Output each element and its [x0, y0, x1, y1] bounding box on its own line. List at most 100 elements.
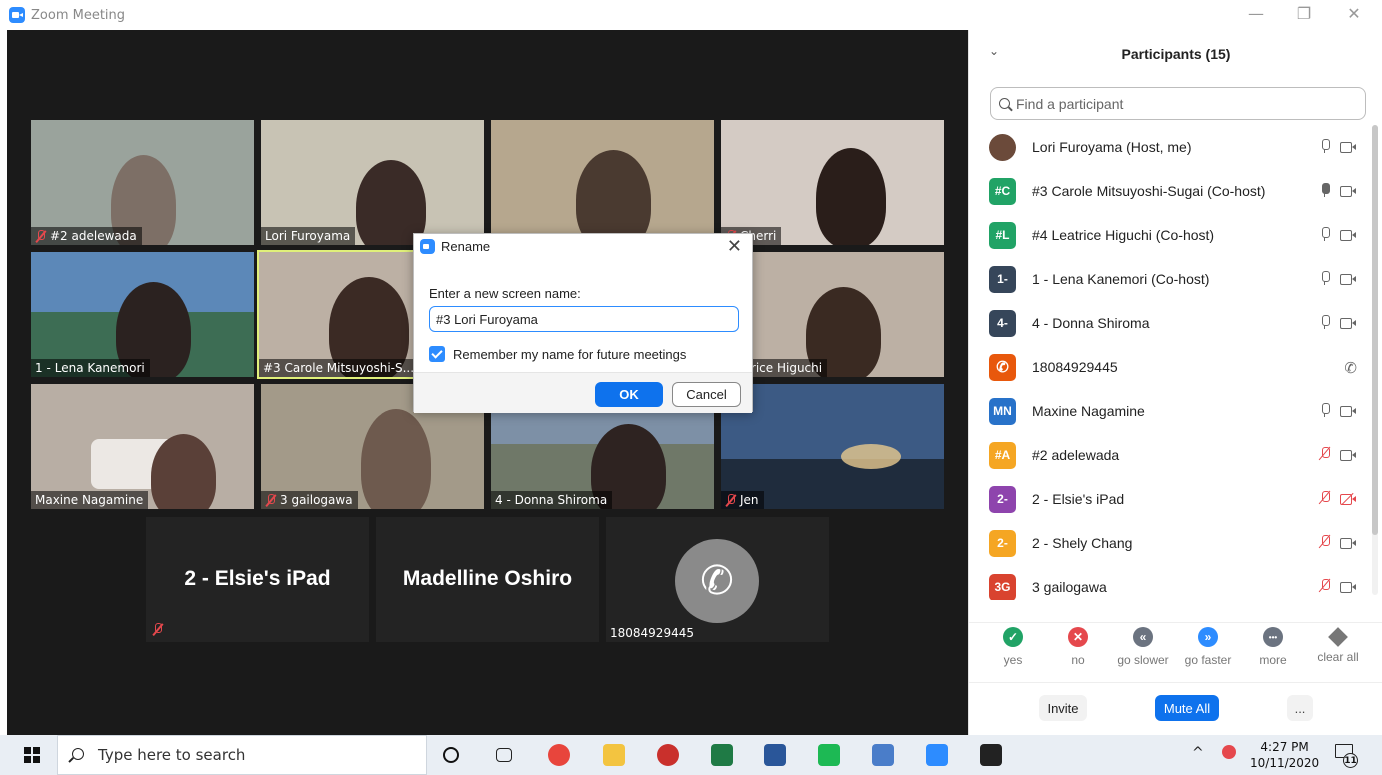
- participant-name: 1 - Lena Kanemori (Co-host): [1032, 271, 1210, 287]
- video-tile[interactable]: 2 - Elsie's iPad: [146, 517, 369, 642]
- chrome-icon[interactable]: [548, 744, 570, 766]
- dialog-close-button[interactable]: ✕: [727, 236, 742, 257]
- participant-name: #2 adelewada: [1032, 447, 1120, 463]
- participant-row[interactable]: 1- 1 - Lena Kanemori (Co-host): [989, 257, 1369, 301]
- minimize-button[interactable]: —: [1244, 4, 1268, 23]
- participant-row[interactable]: #L #4 Leatrice Higuchi (Co-host): [989, 213, 1369, 257]
- phone-icon: ✆: [1344, 360, 1357, 377]
- close-button[interactable]: ✕: [1342, 4, 1366, 23]
- yes-icon: ✓: [1003, 627, 1023, 647]
- participant-row[interactable]: 2- 2 - Shely Chang: [989, 521, 1369, 565]
- remember-name-option[interactable]: Remember my name for future meetings: [429, 346, 686, 362]
- action-center-icon[interactable]: 11: [1335, 744, 1358, 768]
- phone-avatar-icon: ✆: [989, 353, 1016, 381]
- video-camera-icon: [1340, 537, 1357, 549]
- reaction-label: no: [1071, 653, 1085, 667]
- network-icon[interactable]: [1222, 745, 1236, 759]
- file-explorer-icon[interactable]: [603, 744, 625, 766]
- participant-name: Lori Furoyama (Host, me): [1032, 139, 1192, 155]
- video-tile[interactable]: 1 - Lena Kanemori: [31, 252, 254, 377]
- video-tile[interactable]: Cherri: [721, 120, 944, 245]
- mic-icon: [1320, 403, 1330, 418]
- excel-icon[interactable]: [711, 744, 733, 766]
- participant-row[interactable]: 2- 2 - Elsie's iPad: [989, 477, 1369, 521]
- screen-name-input[interactable]: [429, 306, 739, 332]
- participant-name: #4 Leatrice Higuchi (Co-host): [1032, 227, 1215, 243]
- video-off-icon: [1340, 492, 1357, 505]
- tray-caret-icon[interactable]: ^: [1192, 745, 1204, 761]
- invite-button[interactable]: Invite: [1039, 695, 1087, 721]
- tile-name: #3 Carole Mitsuyoshi-S...: [263, 361, 415, 375]
- video-camera-icon: [1340, 229, 1357, 241]
- taskbar-search[interactable]: Type here to search: [57, 735, 427, 775]
- participant-row[interactable]: MN Maxine Nagamine: [989, 389, 1369, 433]
- reaction-clear-all-button[interactable]: clear all: [1307, 623, 1369, 664]
- dialog-footer: OK Cancel: [414, 372, 752, 413]
- reaction-go-faster-button[interactable]: » go faster: [1177, 623, 1239, 667]
- scrollbar-thumb[interactable]: [1372, 125, 1378, 535]
- participant-avatar: 3G: [989, 573, 1016, 600]
- reaction-label: yes: [1003, 653, 1023, 667]
- participant-avatar: 1-: [989, 265, 1016, 293]
- mic-icon: [1320, 271, 1330, 286]
- participant-row[interactable]: 3G 3 gailogawa: [989, 565, 1369, 600]
- word-icon[interactable]: [764, 744, 786, 766]
- clock-date: 10/11/2020: [1250, 756, 1320, 770]
- participant-avatar: #A: [989, 441, 1016, 469]
- reaction-label: more: [1259, 653, 1287, 667]
- remember-checkbox[interactable]: [429, 346, 445, 362]
- clear-all-icon: [1328, 627, 1348, 647]
- task-view-icon[interactable]: [496, 748, 512, 762]
- reaction-no-button[interactable]: ✕ no: [1047, 623, 1109, 667]
- search-placeholder: Find a participant: [1016, 95, 1124, 112]
- participant-avatar: 4-: [989, 309, 1016, 337]
- participant-list-scrollbar[interactable]: [1372, 125, 1378, 595]
- mic-icon: [1320, 139, 1330, 154]
- video-tile[interactable]: #2 adelewada: [31, 120, 254, 245]
- participants-title: Participants (15): [1121, 46, 1231, 62]
- tile-name: 2 - Elsie's iPad: [184, 567, 331, 590]
- participant-avatar: #C: [989, 177, 1016, 205]
- video-camera-icon: [1340, 273, 1357, 285]
- participant-avatar: 2-: [989, 529, 1016, 557]
- cancel-button[interactable]: Cancel: [672, 382, 741, 407]
- spotify-icon[interactable]: [818, 744, 840, 766]
- phone-icon: ✆: [675, 539, 759, 623]
- participant-name: 3 gailogawa: [1032, 579, 1107, 595]
- participant-row[interactable]: Lori Furoyama (Host, me): [989, 125, 1369, 169]
- reaction-go-slower-button[interactable]: « go slower: [1112, 623, 1174, 667]
- cortana-icon[interactable]: [443, 747, 459, 763]
- video-tile[interactable]: [491, 120, 714, 245]
- participant-avatar: [989, 133, 1016, 161]
- windows-start-icon[interactable]: [24, 747, 40, 763]
- video-camera-icon: [1340, 317, 1357, 329]
- participant-search[interactable]: Find a participant: [990, 87, 1366, 120]
- video-tile[interactable]: Madelline Oshiro: [376, 517, 599, 642]
- zoom-taskbar-icon[interactable]: [926, 744, 948, 766]
- participant-row[interactable]: 4- 4 - Donna Shiroma: [989, 301, 1369, 345]
- participant-video: [816, 148, 886, 245]
- reaction-more-button[interactable]: ••• more: [1242, 623, 1304, 667]
- participant-row[interactable]: #A #2 adelewada: [989, 433, 1369, 477]
- muted-mic-icon: [1320, 535, 1330, 550]
- participants-panel: ⌄ Participants (15) Find a participant L…: [968, 30, 1382, 735]
- taskbar-clock[interactable]: 4:27 PM 10/11/2020: [1250, 739, 1319, 771]
- app-grid-icon[interactable]: [872, 744, 894, 766]
- mute-all-button[interactable]: Mute All: [1155, 695, 1219, 721]
- ok-button[interactable]: OK: [595, 382, 663, 407]
- video-tile[interactable]: Leatrice Higuchi: [721, 252, 944, 377]
- video-tile[interactable]: Lori Furoyama: [261, 120, 484, 245]
- participant-row[interactable]: ✆ 18084929445 ✆: [989, 345, 1369, 389]
- participant-row[interactable]: #C #3 Carole Mitsuyoshi-Sugai (Co-host): [989, 169, 1369, 213]
- acrobat-icon[interactable]: [980, 744, 1002, 766]
- participant-list: Lori Furoyama (Host, me) #C #3 Carole Mits…: [969, 125, 1369, 600]
- notification-count: 11: [1343, 753, 1358, 768]
- more-options-button[interactable]: ...: [1287, 695, 1313, 721]
- reaction-yes-button[interactable]: ✓ yes: [982, 623, 1044, 667]
- video-tile[interactable]: Maxine Nagamine: [31, 384, 254, 509]
- video-tile[interactable]: Jen: [721, 384, 944, 509]
- zotero-icon[interactable]: [657, 744, 679, 766]
- video-tile[interactable]: ✆ 18084929445: [606, 517, 829, 642]
- remember-label: Remember my name for future meetings: [453, 346, 687, 362]
- restore-button[interactable]: ❐: [1292, 4, 1316, 23]
